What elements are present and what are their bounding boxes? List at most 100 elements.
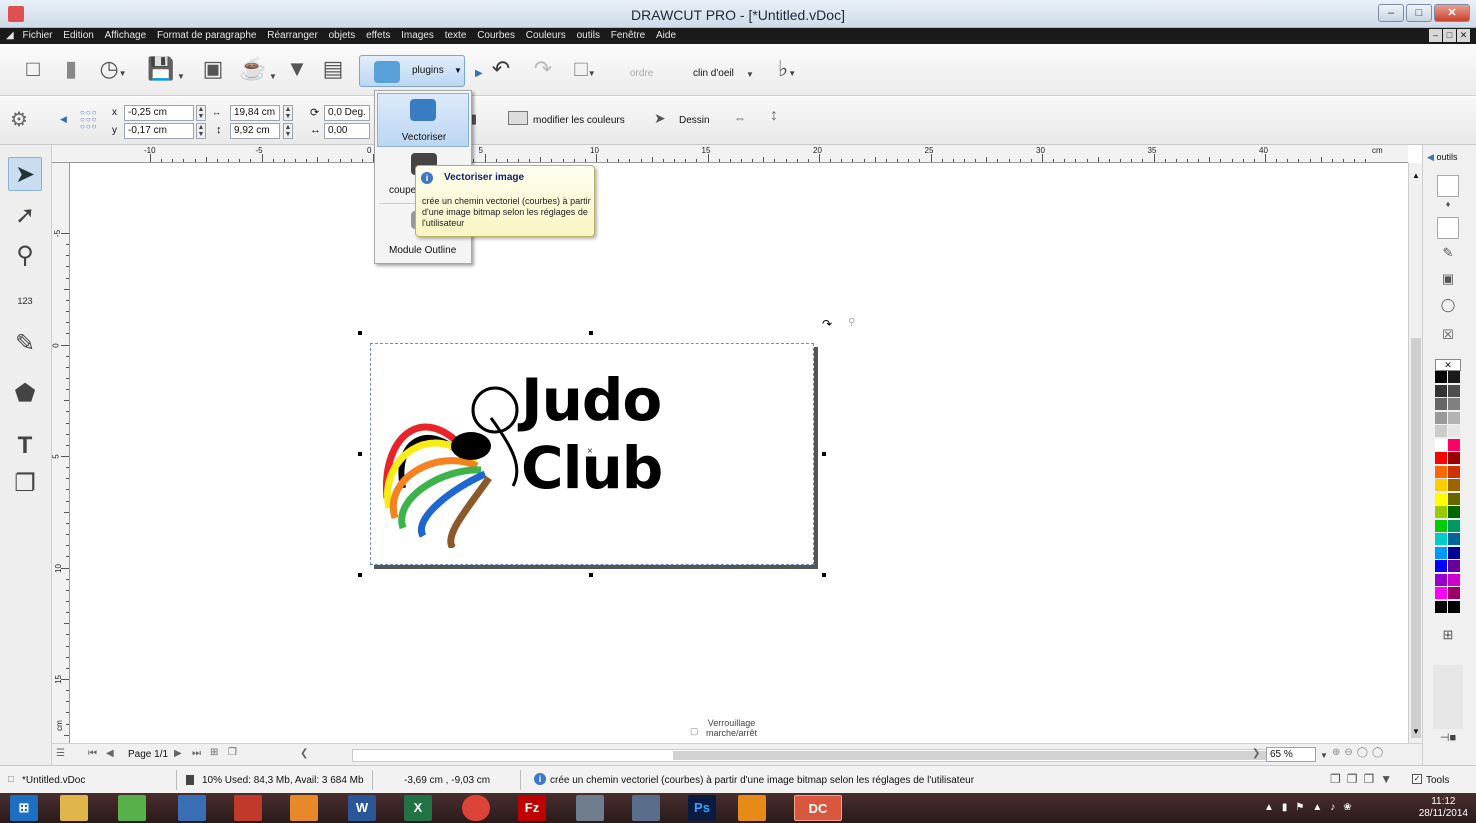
zoom-tool-icon[interactable]: ⚲ <box>8 239 42 273</box>
arrange-tool-icon[interactable]: ❐ <box>8 467 42 501</box>
spacing-input[interactable]: 0,00 <box>324 123 370 139</box>
fill-swatch[interactable] <box>1437 175 1459 197</box>
add-page-icon[interactable]: ⊞ <box>210 747 218 758</box>
chrome-icon[interactable] <box>462 795 490 821</box>
selection-handle[interactable] <box>589 573 593 577</box>
color-swatch[interactable] <box>1435 519 1447 532</box>
add-color-icon[interactable]: ⊞ <box>1437 627 1459 647</box>
scroll-up-icon[interactable]: ▲ <box>1412 171 1420 180</box>
color-swatch[interactable] <box>1435 438 1447 451</box>
excel-icon[interactable]: X <box>404 795 432 821</box>
stack-icon[interactable]: ▤ <box>318 54 348 84</box>
x-spinner[interactable]: ▲ ▼ <box>196 105 206 121</box>
y-spinner[interactable]: ▲ ▼ <box>196 123 206 139</box>
print-icon[interactable]: ▣ <box>198 54 228 84</box>
menu-couleurs[interactable]: Couleurs <box>522 28 570 44</box>
photoshop-icon[interactable]: Ps <box>688 795 716 821</box>
cutter-dropdown-icon[interactable]: ▼ <box>269 72 277 81</box>
color-swatch[interactable] <box>1435 600 1447 613</box>
menu-format-paragraphe[interactable]: Format de paragraphe <box>153 28 261 44</box>
color-swatch[interactable] <box>1448 506 1460 518</box>
dessin-button[interactable]: Dessin <box>679 115 710 126</box>
mdi-minimize-button[interactable]: – <box>1429 29 1442 42</box>
outils-tab[interactable]: ◀ outils <box>1427 152 1457 163</box>
app-gray-icon[interactable] <box>632 795 660 821</box>
vectoriser-menu-item[interactable]: Vectoriser <box>377 93 469 147</box>
judo-club-image[interactable]: Judo Club × <box>370 343 814 565</box>
transparent-swatch[interactable]: ✕ <box>1435 359 1461 371</box>
scroll-down-icon[interactable]: ▼ <box>1412 727 1420 736</box>
property-tool-icon[interactable]: ⚙ <box>10 107 28 132</box>
no-color-icon[interactable]: ☒ <box>1437 327 1459 347</box>
color-swatch[interactable] <box>1448 411 1460 424</box>
tools-checkbox[interactable]: ✓ <box>1412 774 1422 784</box>
scroll-right-icon[interactable]: ❯ <box>1252 748 1260 759</box>
start-icon[interactable]: ⊞ <box>10 795 38 821</box>
lock-checkbox[interactable]: ▢ <box>690 726 699 737</box>
color-swatch[interactable] <box>1448 452 1460 464</box>
color-swatch[interactable] <box>1435 587 1447 599</box>
flip-horizontal-icon[interactable]: ⇔ <box>734 111 746 125</box>
color-swatch[interactable] <box>1435 425 1447 437</box>
color-swatch[interactable] <box>1435 560 1447 572</box>
height-spinner[interactable]: ▲ ▼ <box>283 123 293 139</box>
color-swatch[interactable] <box>1448 519 1460 532</box>
selection-handle[interactable] <box>589 331 593 335</box>
selection-handle[interactable] <box>822 573 826 577</box>
undo-icon[interactable]: ↶ <box>486 54 516 84</box>
ordre-button[interactable]: ordre <box>630 68 653 79</box>
menu-affichage[interactable]: Affichage <box>101 28 151 44</box>
app-blue-icon[interactable] <box>178 795 206 821</box>
view-mode-icons[interactable]: ❐❐❐▼ <box>1330 772 1398 786</box>
color-swatch[interactable] <box>1448 371 1460 383</box>
stroke-swatch[interactable] <box>1437 217 1459 239</box>
color-swatch[interactable] <box>1448 587 1460 599</box>
close-button[interactable]: ✕ <box>1434 4 1470 22</box>
cutter-icon[interactable]: ☕ <box>238 54 268 84</box>
calculator-icon[interactable] <box>576 795 604 821</box>
page-layout-icon[interactable]: ☰ <box>56 748 65 759</box>
pin-icon[interactable]: ⚲ <box>848 317 855 328</box>
filezilla-icon[interactable]: Fz <box>518 795 546 821</box>
y-input[interactable]: -0,17 cm <box>124 123 194 139</box>
minimize-button[interactable]: – <box>1378 4 1404 22</box>
pencil-tool-icon[interactable]: ✎ <box>8 327 42 361</box>
color-swatch[interactable] <box>1448 492 1460 505</box>
color-swatch[interactable] <box>1448 438 1460 451</box>
eyedropper-icon[interactable]: ✎ <box>1437 245 1459 265</box>
selection-handle[interactable] <box>358 573 362 577</box>
select-tool-icon[interactable]: ➤ <box>8 157 42 191</box>
numbering-tool-icon[interactable]: ¹²³ <box>8 287 42 321</box>
selection-handle[interactable] <box>358 331 362 335</box>
last-page-icon[interactable]: ⏭ <box>192 748 201 759</box>
open-icon[interactable]: ▮ <box>56 54 86 84</box>
next-page-icon[interactable]: ▶ <box>174 748 182 759</box>
text-tool-icon[interactable]: T <box>8 429 42 463</box>
left-arrow-icon[interactable]: ◀ <box>60 114 67 125</box>
word-icon[interactable]: W <box>348 795 376 821</box>
vertical-scrollbar[interactable]: ▲ ▼ <box>1408 163 1422 743</box>
color-swatch[interactable] <box>1435 573 1447 586</box>
swap-icon[interactable]: ♦ <box>1437 199 1459 219</box>
horizontal-scroll-thumb[interactable] <box>673 751 1293 760</box>
pen-tool-icon[interactable]: ▼ <box>282 54 312 84</box>
drawcut-icon[interactable]: DC <box>794 795 842 821</box>
selection-handle[interactable] <box>358 452 362 456</box>
height-input[interactable]: 9,92 cm <box>230 123 280 139</box>
menu-edition[interactable]: Edition <box>59 28 98 44</box>
camera-icon[interactable] <box>234 795 262 821</box>
nav-arrow-icon[interactable]: ▶ <box>475 68 483 79</box>
horizontal-scrollbar[interactable] <box>352 749 1302 762</box>
settings-icon[interactable]: ◯ <box>1437 297 1459 317</box>
flip-vertical-icon[interactable]: ↕ <box>770 107 778 125</box>
scale-tool-icon[interactable]: ⊣■ <box>1433 731 1463 757</box>
vertical-scroll-thumb[interactable] <box>1411 338 1421 738</box>
color-swatch[interactable] <box>1435 492 1447 505</box>
node-edit-tool-icon[interactable]: ➚ <box>8 199 42 233</box>
menu-courbes[interactable]: Courbes <box>473 28 519 44</box>
maximize-button[interactable]: □ <box>1406 4 1432 22</box>
selection-handle[interactable] <box>822 452 826 456</box>
color-swatch[interactable] <box>1448 479 1460 491</box>
color-swatch[interactable] <box>1435 371 1447 383</box>
color-swatch[interactable] <box>1435 384 1447 397</box>
